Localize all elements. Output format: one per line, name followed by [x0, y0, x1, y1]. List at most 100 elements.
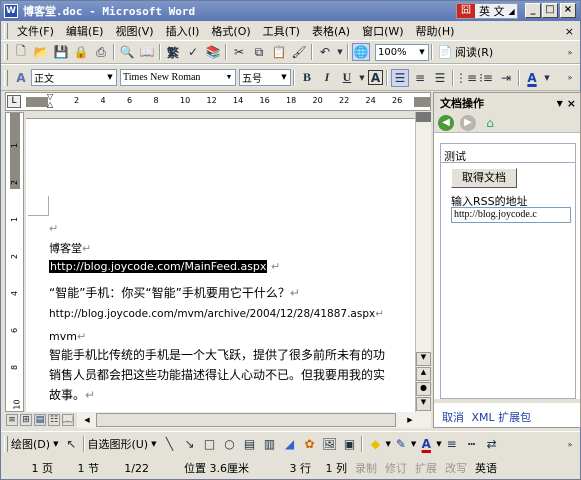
tab-selector-icon[interactable]: L	[7, 95, 21, 108]
language-bar[interactable]: 囧 英 文 ◢	[456, 3, 518, 19]
ime-icon[interactable]: 囧	[457, 4, 475, 18]
doc-line-body-2[interactable]: 销售人员都会把这些功能描述得让人心动不已。但我要用我的实	[49, 366, 385, 383]
chevron-down-icon[interactable]: ▼	[278, 70, 290, 85]
arrow-style-icon[interactable]: ⇄	[483, 435, 501, 453]
cut-icon[interactable]: ✂	[230, 43, 248, 61]
reading-view-icon[interactable]: 📖	[62, 414, 74, 426]
menu-window[interactable]: 窗口(W)	[356, 23, 409, 39]
bold-button[interactable]: B	[298, 69, 316, 87]
diagram-icon[interactable]: ✿	[300, 435, 318, 453]
chevron-down-icon[interactable]: ▼	[104, 70, 116, 85]
toolbar-options-icon[interactable]: »	[561, 69, 579, 87]
get-document-button[interactable]: 取得文档	[451, 168, 517, 188]
normal-view-icon[interactable]: ≡	[6, 414, 18, 426]
save-icon[interactable]: 💾	[52, 43, 70, 61]
task-pane-close-icon[interactable]: ×	[567, 97, 576, 110]
oval-icon[interactable]: ○	[220, 435, 238, 453]
numbering-icon[interactable]: ⋮≡	[455, 69, 477, 87]
toolbar-options-icon[interactable]: »	[561, 435, 579, 453]
chevron-down-icon[interactable]: ▼	[436, 440, 441, 448]
home-icon[interactable]: ⌂	[482, 115, 498, 131]
vertical-ruler[interactable]: 1 2 1 2 4 6 8 10	[5, 112, 24, 412]
web-view-icon[interactable]: ⊞	[20, 414, 32, 426]
textbox-icon[interactable]: ▤	[240, 435, 258, 453]
line-color-icon[interactable]: ✎	[392, 435, 410, 453]
toolbar-options-icon[interactable]: »	[561, 43, 579, 61]
menu-grip[interactable]	[4, 23, 8, 39]
scroll-down-icon[interactable]: ▼	[416, 352, 431, 366]
chevron-down-icon[interactable]: ▼	[223, 70, 235, 85]
select-objects-icon[interactable]: ↖	[62, 435, 80, 453]
print-view-icon[interactable]: ▤	[34, 414, 46, 426]
font-size-select[interactable]: 五号 ▼	[239, 69, 291, 86]
styles-formatting-icon[interactable]: A	[12, 69, 30, 87]
status-record[interactable]: 录制	[351, 460, 381, 476]
chevron-down-icon[interactable]: ▼	[416, 45, 428, 60]
lang-dropdown-icon[interactable]: ◢	[509, 7, 517, 16]
permission-icon[interactable]: 🔒	[72, 43, 90, 61]
fill-color-icon[interactable]: ◆	[366, 435, 384, 453]
menu-format[interactable]: 格式(O)	[205, 23, 256, 39]
autoshapes-button[interactable]: 自选图形(U)	[87, 436, 148, 452]
doc-line-body-1[interactable]: 智能手机比传统的手机是一个大飞跃，提供了很多前所未有的功	[49, 346, 385, 363]
draw-menu-button[interactable]: 绘图(D)	[11, 436, 50, 452]
underline-button[interactable]: U	[338, 69, 356, 87]
rectangle-icon[interactable]: □	[200, 435, 218, 453]
status-extend[interactable]: 扩展	[411, 460, 441, 476]
chevron-down-icon[interactable]: ▼	[411, 440, 416, 448]
clipart-icon[interactable]: 🖼	[320, 435, 338, 453]
indent-icon[interactable]: ⇥	[497, 69, 515, 87]
new-icon[interactable]: 🗋	[12, 43, 30, 61]
horizontal-scrollbar[interactable]: ◀ ▶	[26, 412, 431, 428]
outline-view-icon[interactable]: ☷	[48, 414, 60, 426]
research-icon[interactable]: 📖	[138, 43, 156, 61]
dash-style-icon[interactable]: ┅	[463, 435, 481, 453]
toolbar-grip[interactable]	[4, 44, 8, 60]
font-color-icon[interactable]: A	[523, 69, 541, 87]
line-style-icon[interactable]: ≡	[443, 435, 461, 453]
status-overtype[interactable]: 改写	[441, 460, 471, 476]
menu-edit[interactable]: 编辑(E)	[60, 23, 110, 39]
forward-icon[interactable]: ▶	[460, 114, 476, 131]
format-painter-icon[interactable]: 🖌	[290, 43, 308, 61]
xml-expansion-link[interactable]: XML 扩展包	[472, 411, 532, 424]
status-language[interactable]: 英语	[471, 460, 501, 476]
browse-object-icon[interactable]: ●	[416, 382, 431, 396]
doc-line-post-title[interactable]: “智能”手机：你买“智能”手机要用它干什么？↵	[49, 284, 300, 301]
bullets-icon[interactable]: ⁝≡	[477, 69, 495, 87]
scroll-left-icon[interactable]: ◀	[81, 413, 93, 427]
horizontal-ruler[interactable]: L ▽ △ 2 4 6 8 10 12 14 16 18 20 22 24 26	[5, 92, 431, 111]
hscroll-thumb[interactable]	[96, 413, 396, 427]
hanging-indent-marker[interactable]: △	[47, 101, 55, 109]
undo-icon[interactable]: ↶	[316, 43, 334, 61]
underline-dropdown-icon[interactable]: ▼	[358, 69, 366, 87]
rss-url-input[interactable]: http://blog.joycode.c	[451, 207, 571, 223]
toolbar-grip[interactable]	[4, 69, 8, 86]
menu-tools[interactable]: 工具(T)	[257, 23, 306, 39]
font-select[interactable]: Times New Roman ▼	[120, 69, 236, 86]
read-mode-button[interactable]: 阅读(R)	[455, 44, 493, 60]
status-track-changes[interactable]: 修订	[381, 460, 411, 476]
maximize-button[interactable]: □	[542, 3, 558, 18]
line-icon[interactable]: ╲	[160, 435, 178, 453]
scroll-thumb[interactable]	[416, 112, 431, 122]
align-right-icon[interactable]: ☰	[431, 69, 449, 87]
menu-view[interactable]: 视图(V)	[109, 23, 159, 39]
doc-line-author[interactable]: mvm↵	[49, 330, 86, 343]
vertical-scrollbar[interactable]: ▼ ▲ ● ▼	[415, 112, 431, 412]
research-book-icon[interactable]: 📚	[204, 43, 222, 61]
chevron-down-icon[interactable]: ▼	[385, 440, 390, 448]
prev-page-icon[interactable]: ▲	[416, 367, 431, 381]
scroll-right-icon[interactable]: ▶	[404, 413, 416, 427]
menu-file[interactable]: 文件(F)	[11, 23, 60, 39]
style-select[interactable]: 正文 ▼	[31, 69, 117, 86]
menu-help[interactable]: 帮助(H)	[410, 23, 461, 39]
char-border-icon[interactable]: A	[368, 70, 383, 85]
paste-icon[interactable]: 📋	[270, 43, 288, 61]
open-icon[interactable]: 📂	[32, 43, 50, 61]
vertical-textbox-icon[interactable]: ▥	[260, 435, 278, 453]
task-pane-menu-icon[interactable]: ▼	[557, 99, 563, 108]
simplified-traditional-icon[interactable]: 繁	[164, 43, 182, 61]
arrow-icon[interactable]: ↘	[180, 435, 198, 453]
font-color-dropdown-icon[interactable]: ▼	[543, 69, 551, 87]
